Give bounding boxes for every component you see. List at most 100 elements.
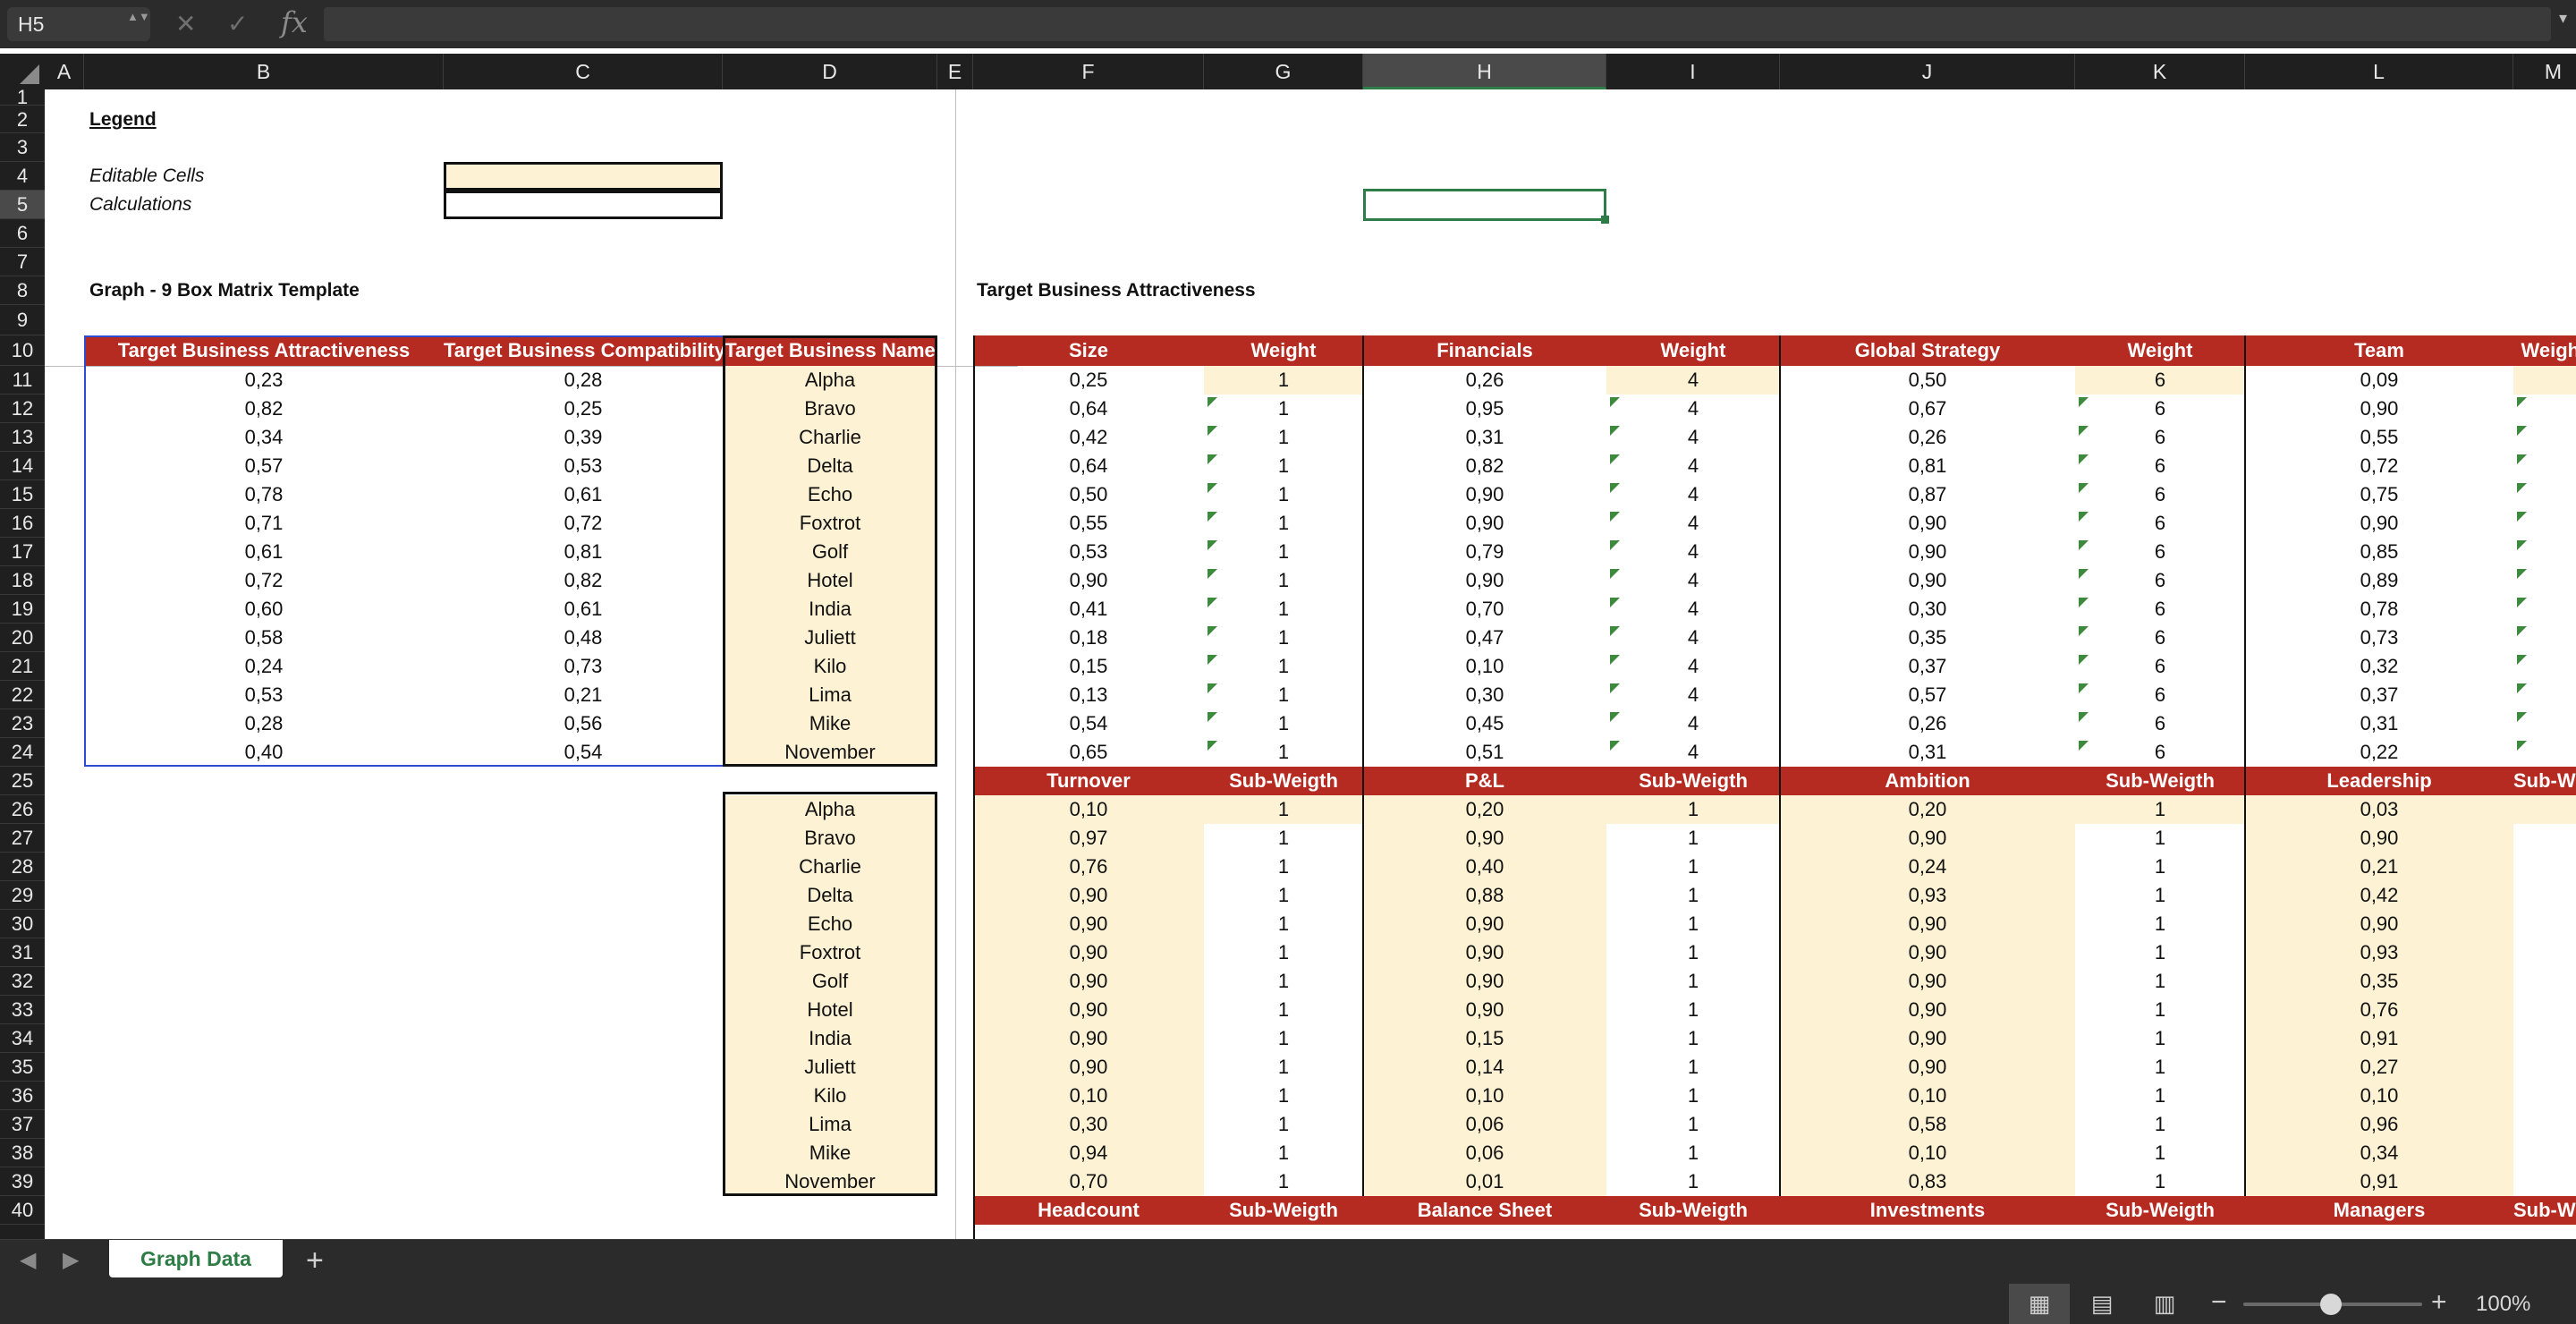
value-cell[interactable]: 0,30 [1363, 681, 1606, 709]
weight-cell[interactable]: 1 [2075, 967, 2245, 996]
weight-cell[interactable]: 1 [1204, 938, 1363, 967]
value-cell[interactable]: 0,85 [2245, 538, 2513, 566]
weight-cell[interactable] [2513, 395, 2576, 423]
row-header-27[interactable]: 27 [0, 824, 45, 853]
weight-cell[interactable]: 1 [1204, 652, 1363, 681]
weight-cell[interactable]: 1 [2075, 853, 2245, 881]
weight-cell[interactable] [2513, 709, 2576, 738]
weight-cell[interactable] [2513, 795, 2576, 824]
value-cell[interactable]: 0,09 [2245, 366, 2513, 395]
weight-cell[interactable]: 1 [2075, 824, 2245, 853]
value-cell[interactable]: 0,65 [973, 738, 1204, 767]
weight-cell[interactable]: 6 [2075, 681, 2245, 709]
weight-cell[interactable]: 1 [1204, 738, 1363, 767]
value-cell[interactable]: 0,89 [2245, 566, 2513, 595]
weight-cell[interactable]: 1 [2075, 1082, 2245, 1110]
value-cell[interactable]: 0,55 [2245, 423, 2513, 452]
value-cell[interactable]: 0,90 [1780, 509, 2075, 538]
value-cell[interactable]: 0,90 [1780, 910, 2075, 938]
row-header-9[interactable]: 9 [0, 305, 45, 335]
value-cell[interactable]: 0,01 [1363, 1167, 1606, 1196]
column-header-l[interactable]: L [2245, 54, 2513, 89]
value-cell[interactable]: 0,76 [2245, 996, 2513, 1024]
weight-cell[interactable] [2513, 938, 2576, 967]
value-cell[interactable]: 0,15 [1363, 1024, 1606, 1053]
value-cell[interactable]: 0,10 [973, 795, 1204, 824]
weight-cell[interactable]: 1 [1606, 996, 1780, 1024]
weight-cell[interactable]: 1 [1606, 1139, 1780, 1167]
selected-cell-h5[interactable] [1363, 189, 1606, 221]
weight-cell[interactable]: 1 [2075, 795, 2245, 824]
value-cell[interactable]: 0,64 [973, 452, 1204, 480]
weight-cell[interactable] [2513, 1024, 2576, 1053]
row-header-22[interactable]: 22 [0, 681, 45, 709]
value-cell[interactable]: 0,90 [1780, 1024, 2075, 1053]
weight-cell[interactable]: 6 [2075, 738, 2245, 767]
zoom-in-button[interactable]: + [2431, 1287, 2447, 1318]
value-cell[interactable]: 0,34 [2245, 1139, 2513, 1167]
value-cell[interactable]: 0,26 [1780, 709, 2075, 738]
sheet-tab-graph-data[interactable]: Graph Data [109, 1240, 283, 1277]
value-cell[interactable]: 0,81 [1780, 452, 2075, 480]
value-cell[interactable]: 0,40 [1363, 853, 1606, 881]
enter-check-icon[interactable]: ✓ [227, 9, 248, 39]
weight-cell[interactable] [2513, 538, 2576, 566]
row-header-25[interactable]: 25 [0, 767, 45, 795]
row-header-12[interactable]: 12 [0, 395, 45, 423]
value-cell[interactable]: 0,35 [2245, 967, 2513, 996]
value-cell[interactable]: 0,25 [973, 366, 1204, 395]
page-layout-view-icon[interactable]: ▤ [2072, 1284, 2132, 1324]
weight-cell[interactable]: 1 [1204, 824, 1363, 853]
column-header-j[interactable]: J [1780, 54, 2075, 89]
value-cell[interactable]: 0,30 [973, 1110, 1204, 1139]
column-header-g[interactable]: G [1204, 54, 1363, 89]
value-cell[interactable]: 0,76 [973, 853, 1204, 881]
value-cell[interactable]: 0,22 [2245, 738, 2513, 767]
value-cell[interactable]: 0,90 [973, 881, 1204, 910]
weight-cell[interactable]: 1 [1204, 366, 1363, 395]
weight-cell[interactable] [2513, 509, 2576, 538]
weight-cell[interactable] [2513, 967, 2576, 996]
row-header-30[interactable]: 30 [0, 910, 45, 938]
weight-cell[interactable]: 1 [2075, 1110, 2245, 1139]
row-header-19[interactable]: 19 [0, 595, 45, 624]
weight-cell[interactable] [2513, 566, 2576, 595]
value-cell[interactable]: 0,90 [2245, 824, 2513, 853]
zoom-slider-thumb[interactable] [2320, 1294, 2342, 1315]
weight-cell[interactable]: 1 [1204, 1139, 1363, 1167]
weight-cell[interactable] [2513, 1110, 2576, 1139]
weight-cell[interactable]: 1 [1606, 938, 1780, 967]
row-header-17[interactable]: 17 [0, 538, 45, 566]
value-cell[interactable]: 0,93 [2245, 938, 2513, 967]
weight-cell[interactable]: 1 [1204, 910, 1363, 938]
weight-cell[interactable] [2513, 480, 2576, 509]
value-cell[interactable]: 0,90 [973, 996, 1204, 1024]
value-cell[interactable]: 0,37 [2245, 681, 2513, 709]
weight-cell[interactable] [2513, 452, 2576, 480]
value-cell[interactable]: 0,73 [2245, 624, 2513, 652]
weight-cell[interactable]: 1 [2075, 1053, 2245, 1082]
weight-cell[interactable]: 1 [1606, 967, 1780, 996]
value-cell[interactable]: 0,37 [1780, 652, 2075, 681]
weight-cell[interactable]: 1 [1606, 881, 1780, 910]
weight-cell[interactable]: 1 [1204, 881, 1363, 910]
next-sheet-icon[interactable]: ▶ [63, 1247, 79, 1273]
weight-cell[interactable]: 1 [1204, 1110, 1363, 1139]
weight-cell[interactable]: 4 [1606, 395, 1780, 423]
value-cell[interactable]: 0,55 [973, 509, 1204, 538]
row-header-7[interactable]: 7 [0, 248, 45, 276]
value-cell[interactable]: 0,42 [2245, 881, 2513, 910]
weight-cell[interactable]: 1 [1204, 681, 1363, 709]
weight-cell[interactable]: 1 [1204, 480, 1363, 509]
weight-cell[interactable]: 6 [2075, 452, 2245, 480]
weight-cell[interactable]: 1 [1606, 910, 1780, 938]
row-header-26[interactable]: 26 [0, 795, 45, 824]
weight-cell[interactable]: 1 [1204, 1024, 1363, 1053]
column-header-i[interactable]: I [1606, 54, 1780, 89]
row-header-29[interactable]: 29 [0, 881, 45, 910]
weight-cell[interactable]: 6 [2075, 480, 2245, 509]
weight-cell[interactable]: 4 [1606, 366, 1780, 395]
weight-cell[interactable]: 1 [1606, 1024, 1780, 1053]
row-header-40[interactable]: 40 [0, 1196, 45, 1225]
value-cell[interactable]: 0,94 [973, 1139, 1204, 1167]
